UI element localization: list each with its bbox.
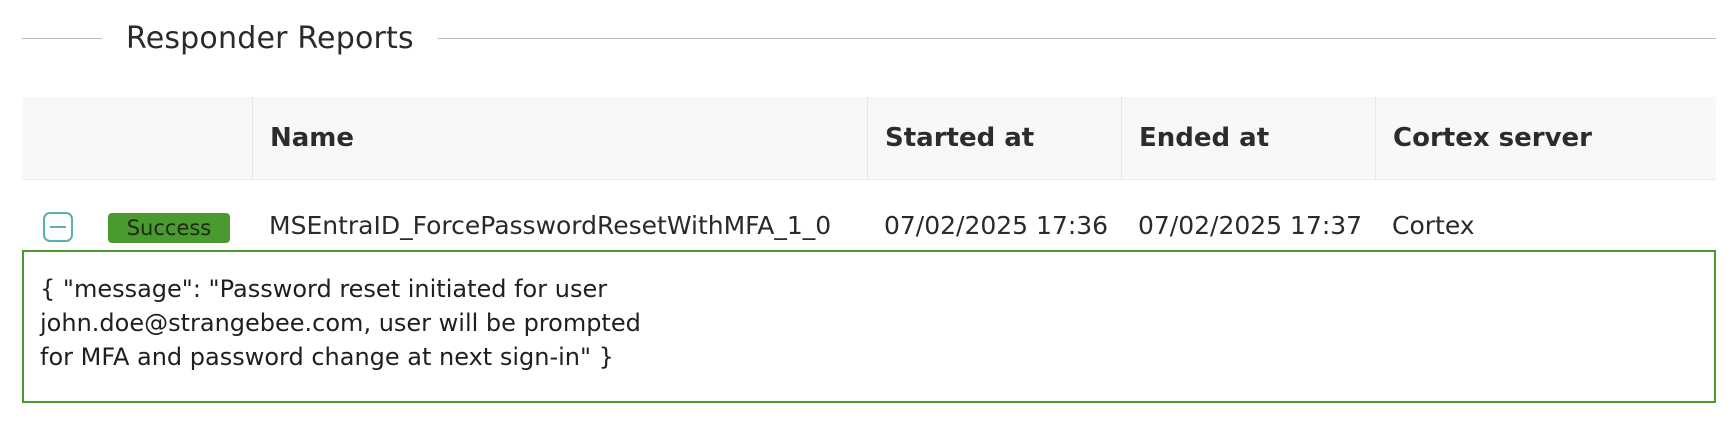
report-output-panel: { "message": "Password reset initiated f… xyxy=(22,250,1716,403)
column-header-ended-at[interactable]: Ended at xyxy=(1121,97,1375,179)
column-header-started-at[interactable]: Started at xyxy=(867,97,1121,179)
responder-reports-page: Responder Reports Name Started at Ended … xyxy=(0,0,1734,440)
section-heading: Responder Reports xyxy=(22,14,1716,62)
report-output-text[interactable]: { "message": "Password reset initiated f… xyxy=(40,272,680,374)
header-toggle-cell xyxy=(22,97,252,179)
status-badge: Success xyxy=(108,213,230,243)
column-header-cortex-server[interactable]: Cortex server xyxy=(1375,97,1716,179)
heading-divider-left xyxy=(22,37,102,39)
column-header-name[interactable]: Name xyxy=(252,97,867,179)
collapse-report-button[interactable] xyxy=(43,212,73,242)
heading-divider-right xyxy=(437,37,1716,39)
table-header: Name Started at Ended at Cortex server xyxy=(22,97,1716,180)
minus-square-icon xyxy=(50,226,66,228)
section-title: Responder Reports xyxy=(126,20,414,56)
responder-reports-table: Name Started at Ended at Cortex server S… xyxy=(22,97,1716,270)
